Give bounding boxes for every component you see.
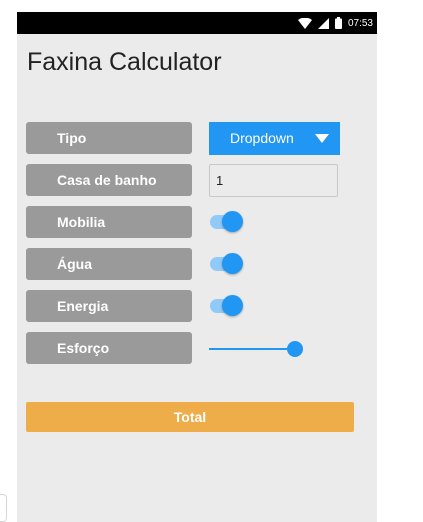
esforco-slider[interactable]: [209, 340, 313, 358]
page-title: Faxina Calculator: [27, 48, 222, 76]
side-edge-tab: [0, 494, 7, 522]
tipo-dropdown-value: Dropdown: [230, 130, 294, 146]
toggle-thumb: [222, 211, 243, 232]
signal-icon: [317, 17, 329, 29]
casa-de-banho-label-button[interactable]: Casa de banho: [26, 164, 192, 196]
battery-icon: [334, 17, 342, 29]
casa-de-banho-input[interactable]: [209, 164, 338, 197]
toggle-thumb: [222, 295, 243, 316]
slider-knob[interactable]: [287, 341, 303, 357]
wifi-icon: [297, 17, 312, 29]
slider-rail: [209, 348, 295, 350]
app-screen: 07:53 Faxina Calculator Tipo Dropdown Ca…: [17, 12, 377, 522]
mobilia-label-button[interactable]: Mobilia: [26, 206, 192, 238]
tipo-dropdown[interactable]: Dropdown: [209, 122, 340, 155]
status-icons: 07:53: [297, 12, 373, 34]
mobilia-toggle[interactable]: [209, 210, 245, 234]
energia-toggle[interactable]: [209, 294, 245, 318]
status-time: 07:53: [347, 17, 373, 29]
agua-label-button[interactable]: Água: [26, 248, 192, 280]
toggle-thumb: [222, 253, 243, 274]
chevron-down-icon: [315, 134, 329, 143]
agua-toggle[interactable]: [209, 252, 245, 276]
status-bar: 07:53: [17, 12, 377, 34]
esforco-label-button[interactable]: Esforço: [26, 332, 192, 364]
total-button[interactable]: Total: [26, 402, 354, 432]
tipo-label-button[interactable]: Tipo: [26, 122, 192, 154]
energia-label-button[interactable]: Energia: [26, 290, 192, 322]
